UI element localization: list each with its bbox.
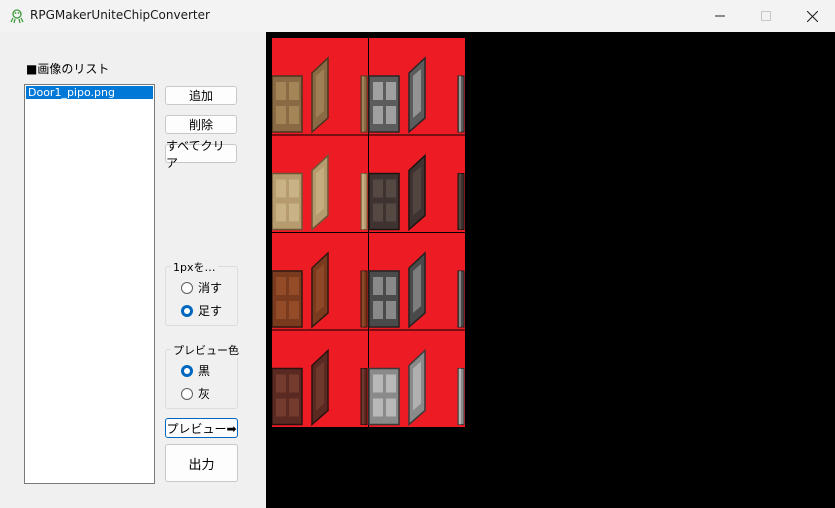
radio-circle[interactable] — [181, 387, 193, 400]
door-angled-panel — [316, 264, 324, 313]
door-panel — [276, 203, 286, 222]
radio-erase-label: 消す — [198, 281, 223, 295]
maximize-icon — [761, 11, 771, 21]
tileset-preview — [272, 38, 465, 427]
door-panel — [386, 374, 396, 393]
window-title: RPGMakerUniteChipConverter — [30, 8, 210, 22]
preview-area — [266, 32, 835, 508]
door-edge-highlight — [362, 76, 364, 132]
door-edge-highlight — [459, 173, 461, 230]
door-angled-panel — [413, 166, 421, 216]
door-edge-highlight — [459, 271, 461, 327]
door-panel — [386, 277, 396, 295]
output-button[interactable]: 出力 — [165, 444, 238, 482]
door-panel — [289, 301, 299, 319]
door-edge-highlight — [362, 271, 364, 327]
radio-circle[interactable] — [181, 281, 193, 294]
door-panel — [289, 82, 299, 100]
door-panel — [276, 374, 286, 393]
door-panel — [276, 179, 286, 198]
door-edge-highlight — [459, 76, 461, 132]
door-panel — [373, 277, 383, 295]
door-panel — [373, 82, 383, 100]
door-panel — [373, 374, 383, 393]
door-panel — [276, 301, 286, 319]
radio-black-label: 黒 — [198, 364, 211, 378]
close-icon — [806, 10, 818, 22]
preview-color-group: プレビュー色 黒 灰 — [165, 342, 241, 409]
door-panel — [289, 398, 299, 417]
door-panel — [289, 277, 299, 295]
door-panel — [373, 203, 383, 222]
minimize-button[interactable] — [697, 0, 743, 32]
door-angled-panel — [413, 361, 421, 411]
door-panel — [276, 82, 286, 100]
door-panel — [276, 398, 286, 417]
door-panel — [373, 179, 383, 198]
door-panel — [386, 106, 396, 124]
radio-add[interactable]: 足す — [181, 302, 222, 319]
door-edge-highlight — [362, 173, 364, 230]
radio-black[interactable]: 黒 — [181, 362, 210, 379]
frog-icon — [10, 9, 24, 24]
radio-gray[interactable]: 灰 — [181, 385, 210, 402]
control-panel: ■画像のリスト Door1_pipo.png 追加 削除 すべてクリア 1pxを… — [0, 32, 266, 508]
pixel-group-title: 1pxを… — [171, 259, 218, 275]
maximize-button[interactable] — [743, 0, 789, 32]
image-listbox[interactable]: Door1_pipo.png — [24, 84, 155, 484]
door-angled-panel — [316, 166, 324, 216]
door-angled-panel — [413, 264, 421, 313]
radio-circle[interactable] — [181, 304, 193, 317]
radio-add-label: 足す — [198, 304, 223, 318]
door-panel — [373, 301, 383, 319]
door-panel — [289, 203, 299, 222]
minimize-icon — [715, 15, 725, 17]
radio-erase[interactable]: 消す — [181, 279, 222, 296]
door-angled-panel — [413, 69, 421, 118]
radio-circle[interactable] — [181, 364, 193, 377]
door-panel — [386, 82, 396, 100]
door-panel — [373, 106, 383, 124]
door-panel — [289, 179, 299, 198]
door-panel — [386, 301, 396, 319]
list-item[interactable]: Door1_pipo.png — [26, 86, 153, 99]
radio-gray-label: 灰 — [198, 387, 211, 401]
preview-color-group-title: プレビュー色 — [171, 342, 241, 358]
close-button[interactable] — [789, 0, 835, 32]
add-button[interactable]: 追加 — [165, 86, 237, 105]
door-edge-highlight — [459, 368, 461, 425]
door-panel — [276, 277, 286, 295]
door-angled-panel — [316, 69, 324, 118]
door-panel — [373, 398, 383, 417]
image-list-label: ■画像のリスト — [26, 62, 110, 76]
door-panel — [276, 106, 286, 124]
door-panel — [386, 398, 396, 417]
pixel-group: 1pxを… 消す 足す — [165, 259, 238, 326]
remove-button[interactable]: 削除 — [165, 115, 237, 134]
door-panel — [289, 374, 299, 393]
door-edge-highlight — [362, 368, 364, 425]
door-angled-panel — [316, 361, 324, 411]
door-panel — [386, 203, 396, 222]
door-panel — [386, 179, 396, 198]
clear-all-button[interactable]: すべてクリア — [165, 139, 237, 170]
door-panel — [289, 106, 299, 124]
title-bar: RPGMakerUniteChipConverter — [0, 0, 835, 32]
preview-button[interactable]: プレビュー➡ — [165, 418, 238, 438]
